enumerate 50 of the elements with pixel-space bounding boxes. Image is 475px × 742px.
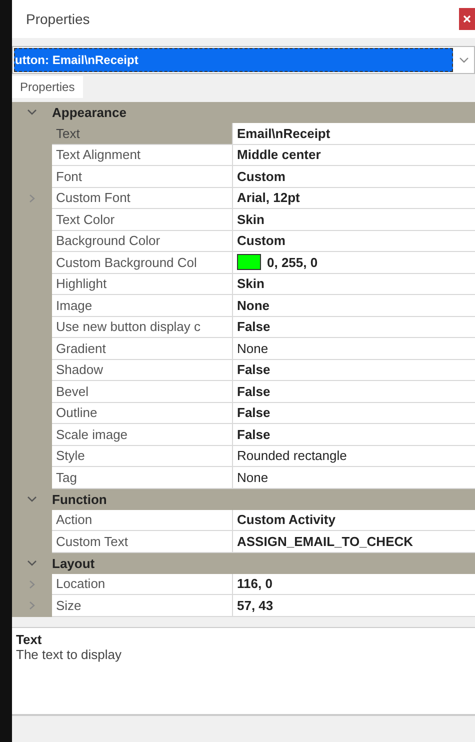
property-name[interactable]: Custom Background Col [52, 252, 233, 274]
close-icon [463, 15, 471, 23]
window-title: Properties [26, 11, 90, 27]
property-name[interactable]: Custom Text [52, 531, 233, 552]
property-name[interactable]: Scale image [52, 424, 233, 446]
description-text: The text to display [16, 646, 122, 662]
property-value[interactable]: None [237, 470, 268, 485]
property-value[interactable]: False [237, 362, 270, 378]
chevron-down-icon[interactable] [27, 496, 37, 502]
property-value[interactable]: None [237, 298, 270, 313]
property-name[interactable]: Location [52, 574, 233, 595]
property-value[interactable]: Custom [237, 233, 286, 248]
property-name[interactable]: Style [52, 446, 233, 467]
property-value[interactable]: Skin [237, 276, 264, 292]
property-name[interactable]: Use new button display c [52, 316, 233, 338]
property-name[interactable]: Bevel [52, 381, 233, 402]
property-value[interactable]: Custom [237, 168, 286, 184]
property-value[interactable]: 116, 0 [237, 576, 272, 592]
chevron-down-icon[interactable] [27, 109, 37, 116]
properties-tab[interactable]: Properties [12, 76, 83, 98]
property-name[interactable]: Text [52, 123, 233, 144]
property-value[interactable]: False [237, 319, 270, 334]
close-button[interactable] [459, 8, 475, 30]
object-selector[interactable]: utton: Email\nReceipt [12, 46, 475, 74]
property-value[interactable]: False [237, 426, 270, 442]
property-value[interactable]: False [237, 384, 270, 399]
property-value[interactable]: Skin [237, 212, 264, 227]
property-value[interactable]: Arial, 12pt [237, 190, 300, 206]
category-header: Function [52, 492, 107, 506]
property-name[interactable]: Outline [52, 402, 233, 424]
property-name[interactable]: Image [52, 295, 233, 316]
property-name[interactable]: Text Color [52, 209, 233, 230]
property-value[interactable]: None [237, 340, 268, 356]
category-header: Appearance [52, 105, 126, 120]
property-name[interactable]: Text Alignment [52, 144, 233, 166]
category-header: Layout [52, 556, 95, 570]
property-name[interactable]: Font [52, 166, 233, 188]
property-name[interactable]: Tag [52, 467, 233, 488]
property-value[interactable]: 0, 255, 0 [267, 254, 318, 270]
property-value[interactable]: 57, 43 [237, 598, 274, 613]
description-title: Text [16, 632, 43, 646]
property-name[interactable]: Custom Font [52, 188, 233, 209]
property-name[interactable]: Highlight [52, 274, 233, 295]
property-name[interactable]: Action [52, 510, 233, 531]
property-name[interactable]: Background Color [52, 230, 233, 252]
property-value[interactable]: False [237, 405, 270, 420]
property-name[interactable]: Shadow [52, 360, 233, 381]
chevron-down-icon[interactable] [27, 560, 37, 566]
property-name[interactable]: Size [52, 595, 233, 616]
property-name[interactable]: Gradient [52, 338, 233, 360]
